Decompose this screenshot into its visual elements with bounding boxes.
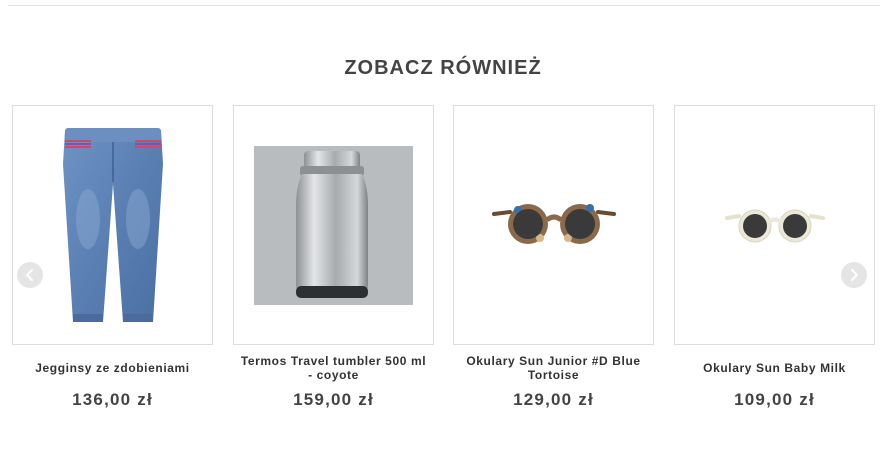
carousel-next-button[interactable] — [841, 262, 867, 288]
product-image-thermos[interactable] — [233, 105, 434, 345]
product-card[interactable]: Termos Travel tumbler 500 ml - coyote 15… — [233, 105, 434, 410]
product-name[interactable]: Okulary Sun Junior #D Blue Tortoise — [453, 353, 654, 383]
product-carousel: Jegginsy ze zdobieniami 136,00 zł Termos… — [12, 105, 875, 425]
thermos-icon — [254, 146, 413, 305]
tortoise-sunglasses-icon — [492, 204, 616, 244]
product-card[interactable]: Okulary Sun Junior #D Blue Tortoise 129,… — [453, 105, 654, 410]
divider — [8, 5, 880, 6]
white-sunglasses-icon — [725, 209, 825, 243]
product-price: 129,00 zł — [513, 390, 594, 409]
product-image-tortoise-sunglasses[interactable] — [453, 105, 654, 345]
product-image-jeans[interactable] — [12, 105, 213, 345]
product-image-white-sunglasses[interactable] — [674, 105, 875, 345]
product-card[interactable]: Okulary Sun Baby Milk 109,00 zł — [674, 105, 875, 410]
product-card[interactable]: Jegginsy ze zdobieniami 136,00 zł — [12, 105, 213, 410]
product-name[interactable]: Okulary Sun Baby Milk — [674, 353, 875, 383]
chevron-right-icon — [851, 269, 858, 281]
carousel-prev-button[interactable] — [17, 262, 43, 288]
product-name[interactable]: Jegginsy ze zdobieniami — [12, 353, 213, 383]
jeans-icon — [63, 128, 163, 322]
product-price: 109,00 zł — [734, 390, 815, 409]
section-title: ZOBACZ RÓWNIEŻ — [344, 57, 542, 79]
chevron-left-icon — [26, 269, 33, 281]
product-price: 136,00 zł — [72, 390, 153, 409]
product-name[interactable]: Termos Travel tumbler 500 ml - coyote — [233, 353, 434, 383]
product-price: 159,00 zł — [293, 390, 374, 409]
